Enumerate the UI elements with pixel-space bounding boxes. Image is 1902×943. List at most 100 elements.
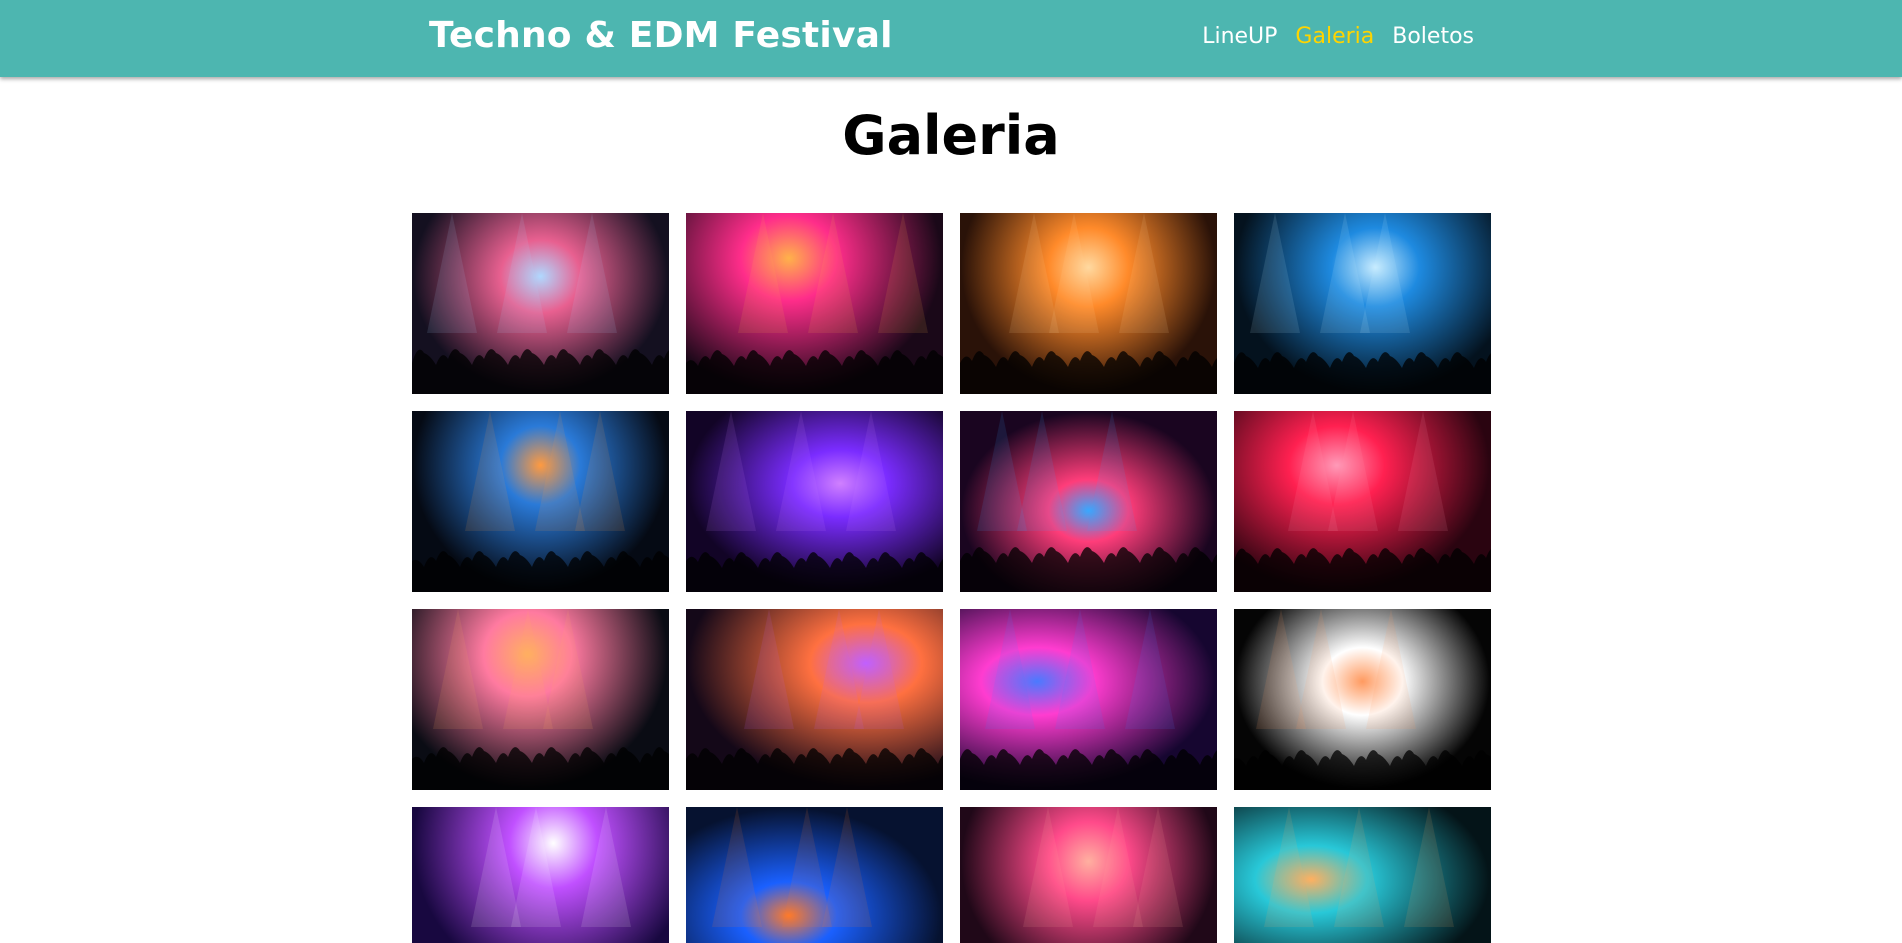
photo-scene [471, 807, 631, 927]
photo-scene [1234, 411, 1491, 592]
photo-scene [1264, 807, 1454, 927]
light-beam [846, 411, 896, 531]
page-title: Galeria [842, 104, 1060, 167]
crowd-silhouette [1234, 548, 1491, 592]
photo-scene [712, 807, 872, 927]
light-beam [822, 807, 872, 927]
gallery-photo-dj-hands-mixer[interactable] [686, 609, 943, 790]
nav-link-galeria[interactable]: Galeria [1295, 24, 1374, 49]
light-beam [581, 807, 631, 927]
light-beam [1055, 609, 1105, 729]
crowd-silhouette [686, 552, 943, 592]
nav-link-boletos[interactable]: Boletos [1392, 24, 1474, 49]
gallery-photo-dj-arms-up-crowd[interactable] [960, 213, 1217, 394]
photo-scene [686, 609, 943, 790]
light-beam [497, 213, 547, 333]
photo-scene [686, 411, 943, 592]
light-beam [543, 609, 593, 729]
gallery-photo-crowd-white-burst[interactable] [1234, 609, 1491, 790]
light-beam [1133, 807, 1183, 927]
light-beam [1087, 411, 1137, 531]
crowd-silhouette [412, 551, 669, 592]
gallery-photo-crowd-pink-beams[interactable] [960, 807, 1217, 943]
light-beam [1334, 807, 1384, 927]
nav-link-lineup[interactable]: LineUP [1202, 24, 1277, 49]
light-beam [776, 411, 826, 531]
main-nav: LineUP Galeria Boletos [1202, 24, 1474, 49]
photo-scene [686, 213, 943, 394]
light-beam [1023, 807, 1073, 927]
light-beam [503, 609, 553, 729]
gallery-photo-crowd-colored-smoke[interactable] [412, 609, 669, 790]
light-beam [1398, 411, 1448, 531]
gallery-photo-dj-cap-mixer[interactable] [686, 213, 943, 394]
photo-scene [1234, 609, 1491, 790]
light-beam [808, 213, 858, 333]
crowd-silhouette [686, 748, 943, 790]
light-beam [535, 411, 585, 531]
photo-scene [960, 609, 1217, 790]
light-beam [985, 609, 1035, 729]
photo-scene [960, 213, 1217, 394]
light-beam [1366, 609, 1416, 729]
light-beam [878, 213, 928, 333]
light-beam [1320, 213, 1370, 333]
light-beam [1049, 213, 1099, 333]
gallery-photo-dj-smoke-stage[interactable] [412, 213, 669, 394]
light-beam [977, 411, 1027, 531]
site-brand[interactable]: Techno & EDM Festival [429, 15, 893, 56]
light-beam [1256, 609, 1306, 729]
gallery-photo-dj-headphones-blue[interactable] [1234, 213, 1491, 394]
light-beam [744, 609, 794, 729]
gallery-photo-dj-starry-dome[interactable] [412, 411, 669, 592]
crowd-silhouette [1234, 750, 1491, 790]
top-navbar: Techno & EDM Festival LineUP Galeria Bol… [0, 0, 1902, 77]
light-beam [706, 411, 756, 531]
light-beam [1119, 213, 1169, 333]
light-beam [433, 609, 483, 729]
light-beam [712, 807, 762, 927]
photo-gallery [412, 213, 1492, 943]
crowd-silhouette [412, 747, 669, 790]
light-beam [1250, 213, 1300, 333]
gallery-photo-dj-teal-bokeh[interactable] [1234, 807, 1491, 943]
light-beam [1009, 213, 1059, 333]
photo-scene [412, 213, 669, 394]
light-beam [427, 213, 477, 333]
photo-scene [1234, 213, 1491, 394]
light-beam [1404, 807, 1454, 927]
photo-scene [1023, 807, 1183, 927]
crowd-silhouette [686, 350, 943, 394]
light-beam [782, 807, 832, 927]
light-beam [1328, 411, 1378, 531]
gallery-photo-dj-orange-shirt[interactable] [686, 807, 943, 943]
crowd-silhouette [960, 749, 1217, 790]
photo-scene [412, 411, 669, 592]
light-beam [738, 213, 788, 333]
gallery-photo-mixer-pink-fog[interactable] [960, 609, 1217, 790]
light-beam [465, 411, 515, 531]
gallery-photo-crowd-purple-lights[interactable] [412, 807, 669, 943]
crowd-silhouette [960, 547, 1217, 592]
light-beam [1264, 807, 1314, 927]
light-beam [854, 609, 904, 729]
gallery-photo-dj-red-stage[interactable] [1234, 411, 1491, 592]
light-beam [1288, 411, 1338, 531]
crowd-silhouette [1234, 352, 1491, 394]
light-beam [567, 213, 617, 333]
light-beam [1125, 609, 1175, 729]
crowd-silhouette [412, 349, 669, 394]
photo-scene [412, 609, 669, 790]
gallery-photo-turntable-purple[interactable] [686, 411, 943, 592]
light-beam [1296, 609, 1346, 729]
light-beam [814, 609, 864, 729]
light-beam [511, 807, 561, 927]
light-beam [575, 411, 625, 531]
gallery-photo-turntable-neon-bokeh[interactable] [960, 411, 1217, 592]
crowd-silhouette [960, 351, 1217, 394]
light-beam [1017, 411, 1067, 531]
light-beam [471, 807, 521, 927]
light-beam [1093, 807, 1143, 927]
light-beam [1360, 213, 1410, 333]
photo-scene [960, 411, 1217, 592]
